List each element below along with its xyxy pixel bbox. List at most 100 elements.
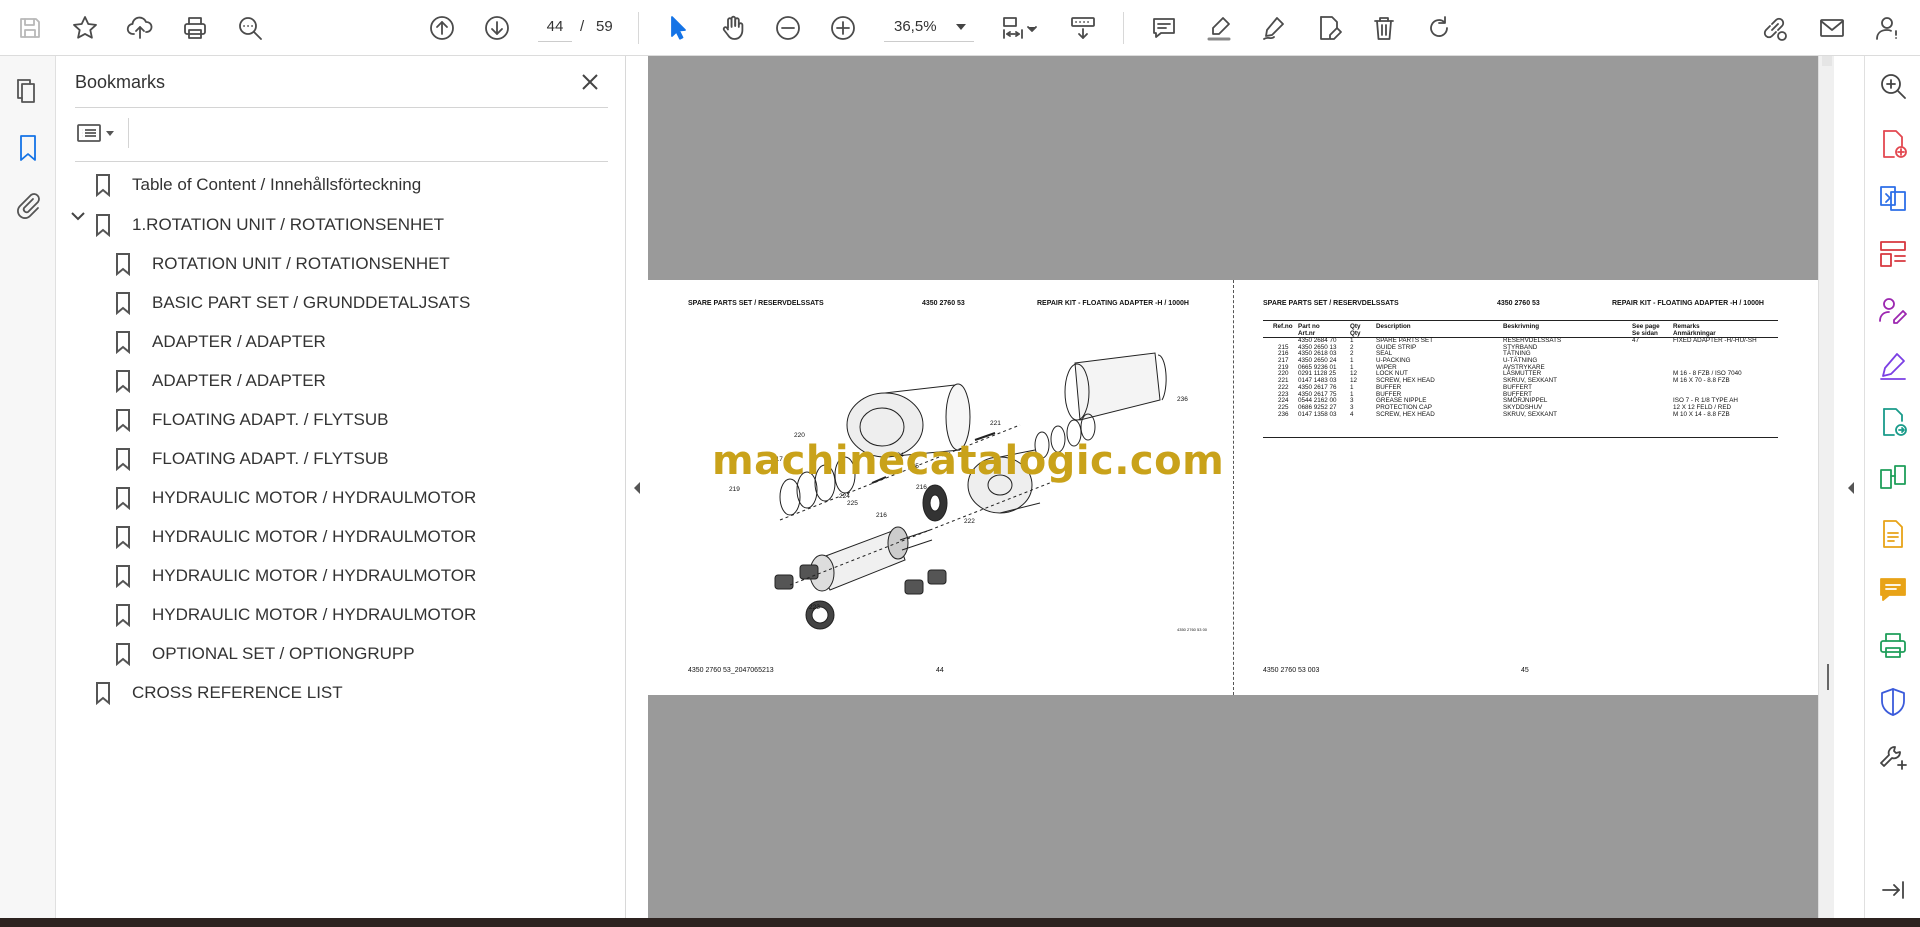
fill-sign-icon[interactable]: [1877, 350, 1909, 382]
bookmark-label: HYDRAULIC MOTOR / HYDRAULMOTOR: [152, 605, 477, 624]
comment-tool-icon[interactable]: [1877, 574, 1909, 606]
bookmark-item[interactable]: FLOATING ADAPT. / FLYTSUB: [114, 405, 388, 435]
bookmark-item[interactable]: HYDRAULIC MOTOR / HYDRAULMOTOR: [114, 483, 476, 513]
scrollbar-thumb[interactable]: [1827, 664, 1829, 690]
expand-panel-icon[interactable]: [1877, 874, 1909, 906]
bookmark-item[interactable]: 1.ROTATION UNIT / ROTATIONSENHET: [94, 210, 444, 240]
bookmark-item[interactable]: OPTIONAL SET / OPTIONGRUPP: [114, 639, 415, 669]
collapse-left-panel-icon[interactable]: [631, 478, 643, 498]
find-text-icon[interactable]: [232, 10, 268, 46]
table-cell: SCREW, HEX HEAD: [1376, 410, 1435, 418]
main-toolbar: / 59 36,5%: [0, 0, 1920, 56]
select-cursor-icon[interactable]: [660, 10, 696, 46]
chevron-down-icon[interactable]: [69, 207, 87, 225]
taskbar-strip: [0, 918, 1920, 927]
cloud-upload-icon[interactable]: [122, 10, 158, 46]
chevron-down-icon[interactable]: [1025, 10, 1039, 46]
chevron-down-icon: [106, 130, 114, 136]
attachment-icon[interactable]: [12, 188, 44, 220]
bookmark-icon: [114, 486, 136, 511]
edit-pdf-icon[interactable]: [1311, 10, 1347, 46]
right-page-header-kit: REPAIR KIT - FLOATING ADAPTER -H / 1000H: [1612, 300, 1764, 307]
bookmark-icon: [114, 252, 136, 277]
table-header-cell: See page Se sidan: [1632, 323, 1660, 337]
organize-pages-icon[interactable]: [1877, 238, 1909, 270]
export-pdf-icon[interactable]: [1877, 406, 1909, 438]
left-navigation-rail: [0, 56, 56, 918]
page-thumbnails-icon[interactable]: [12, 76, 44, 108]
highlight-icon[interactable]: [1201, 10, 1237, 46]
zoom-in-icon[interactable]: [825, 10, 861, 46]
vertical-scrollbar[interactable]: [1818, 56, 1834, 918]
print-production-icon[interactable]: [1877, 630, 1909, 662]
bookmark-item[interactable]: FLOATING ADAPT. / FLYTSUB: [114, 444, 388, 474]
callout-label: 224: [839, 493, 850, 500]
scroll-mode-icon[interactable]: [1065, 10, 1101, 46]
callout-label: 216: [876, 512, 887, 519]
combine-files-icon[interactable]: [1877, 182, 1909, 214]
bookmark-icon[interactable]: [12, 132, 44, 164]
left-page-number: 44: [936, 667, 944, 674]
bookmark-label: ADAPTER / ADAPTER: [152, 371, 326, 390]
right-page-header-title: SPARE PARTS SET / RESERVDELSSATS: [1263, 300, 1399, 307]
hand-tool-icon[interactable]: [715, 10, 751, 46]
more-tools-icon[interactable]: [1877, 742, 1909, 774]
scrollbar-top-button[interactable]: [1822, 56, 1832, 66]
tools-rail: [1864, 56, 1920, 918]
create-pdf-icon[interactable]: [1877, 128, 1909, 160]
table-bottom-rule: [1263, 437, 1778, 438]
right-page-footer-ref: 4350 2760 53 003: [1263, 667, 1320, 674]
page-divider: [1233, 280, 1234, 695]
divider: [75, 161, 608, 162]
table-header-cell: Beskrivning: [1503, 323, 1540, 330]
bookmark-icon: [114, 447, 136, 472]
bookmark-options-button[interactable]: [76, 118, 120, 148]
table-header-cell: Remarks Anmärkningar: [1673, 323, 1716, 337]
redo-icon[interactable]: [1421, 10, 1457, 46]
next-page-icon[interactable]: [479, 10, 515, 46]
print-icon[interactable]: [177, 10, 213, 46]
compare-files-icon[interactable]: [1877, 462, 1909, 494]
bookmark-item[interactable]: CROSS REFERENCE LIST: [94, 678, 343, 708]
draw-icon[interactable]: [1256, 10, 1292, 46]
bookmark-icon: [94, 681, 116, 706]
bookmark-icon: [114, 330, 136, 355]
email-icon[interactable]: [1814, 10, 1850, 46]
request-signature-icon[interactable]: [1877, 294, 1909, 326]
bookmark-item[interactable]: HYDRAULIC MOTOR / HYDRAULMOTOR: [114, 522, 476, 552]
zoom-out-icon[interactable]: [770, 10, 806, 46]
page-number-input[interactable]: [538, 12, 572, 42]
table-cell: 236: [1278, 410, 1289, 418]
table-header-cell: Qty Qty: [1350, 323, 1361, 337]
bookmark-icon: [114, 564, 136, 589]
save-icon[interactable]: [12, 10, 48, 46]
table-header-cell: Ref.no: [1273, 323, 1293, 330]
previous-page-icon[interactable]: [424, 10, 460, 46]
bookmark-item[interactable]: HYDRAULIC MOTOR / HYDRAULMOTOR: [114, 561, 476, 591]
zoom-level-dropdown[interactable]: 36,5%: [884, 12, 974, 42]
callout-label: 216: [916, 484, 927, 491]
bookmark-label: FLOATING ADAPT. / FLYTSUB: [152, 410, 389, 429]
delete-icon[interactable]: [1366, 10, 1402, 46]
callout-label: 219: [729, 486, 740, 493]
table-cell: SKRUV, SEXKANT: [1503, 410, 1558, 418]
left-page-header-kit: REPAIR KIT - FLOATING ADAPTER -H / 1000H: [1037, 300, 1189, 307]
share-link-icon[interactable]: [1756, 10, 1792, 46]
protect-icon[interactable]: [1877, 686, 1909, 718]
bookmark-label: BASIC PART SET / GRUNDDETALJSATS: [152, 293, 471, 312]
bookmark-icon: [114, 291, 136, 316]
bookmark-label: FLOATING ADAPT. / FLYTSUB: [152, 449, 389, 468]
bookmark-item[interactable]: BASIC PART SET / GRUNDDETALJSATS: [114, 288, 470, 318]
collapse-right-panel-icon[interactable]: [1845, 478, 1857, 498]
scan-ocr-icon[interactable]: [1877, 518, 1909, 550]
comment-icon[interactable]: [1146, 10, 1182, 46]
bookmark-item[interactable]: ADAPTER / ADAPTER: [114, 366, 326, 396]
bookmark-item[interactable]: ROTATION UNIT / ROTATIONSENHET: [114, 249, 450, 279]
star-icon[interactable]: [67, 10, 103, 46]
bookmark-item[interactable]: ADAPTER / ADAPTER: [114, 327, 326, 357]
bookmark-item[interactable]: Table of Content / Innehållsförteckning: [94, 170, 421, 200]
account-icon[interactable]: [1870, 10, 1906, 46]
bookmark-item[interactable]: HYDRAULIC MOTOR / HYDRAULMOTOR: [114, 600, 476, 630]
close-icon[interactable]: [576, 68, 604, 96]
search-zoom-icon[interactable]: [1877, 70, 1909, 102]
